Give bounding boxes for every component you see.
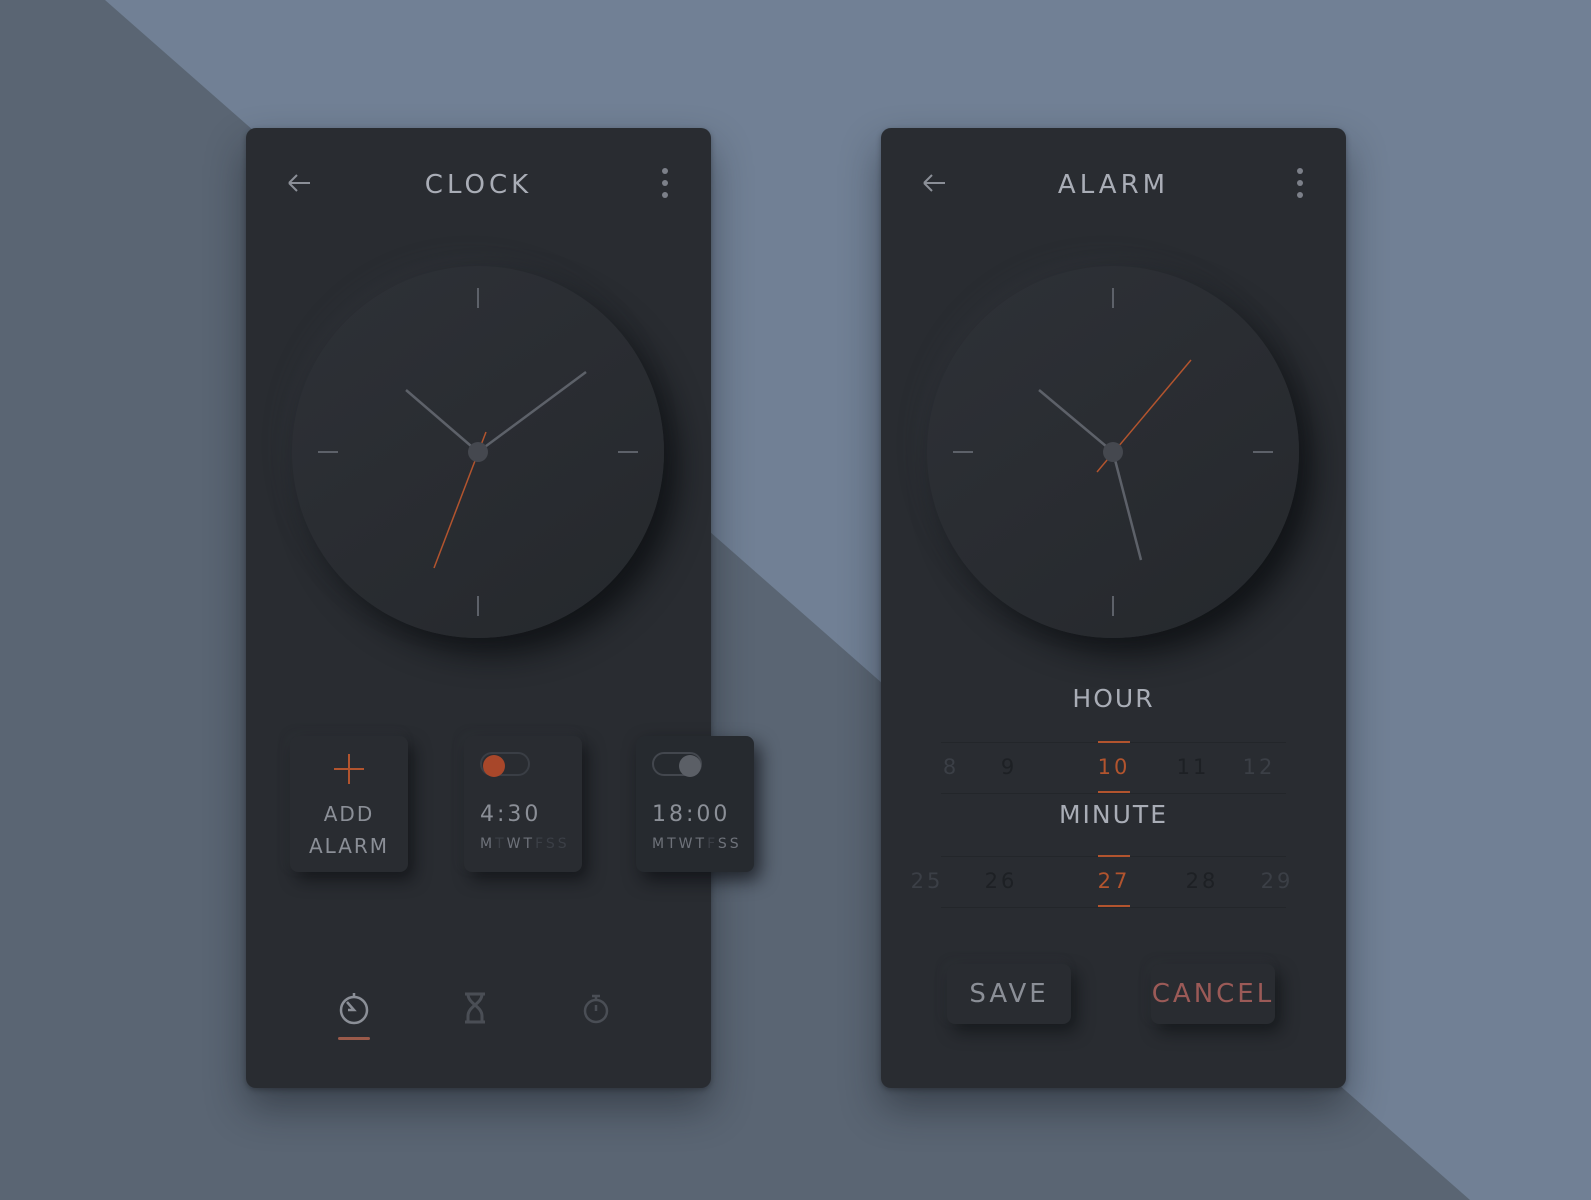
background (0, 0, 1591, 1200)
hour-hand (1038, 389, 1114, 453)
alarm-card[interactable]: 4:30 MTWTFSS (464, 736, 582, 872)
clock-center (1103, 442, 1123, 462)
hourglass-icon[interactable] (455, 988, 495, 1028)
clock-center (468, 442, 488, 462)
selection-marker (1098, 741, 1130, 743)
minute-option[interactable]: 25 (897, 869, 957, 893)
hour-option[interactable]: 11 (1163, 755, 1223, 779)
toggle-knob (679, 755, 701, 777)
hour-option[interactable]: 12 (1229, 755, 1289, 779)
more-vertical-icon[interactable] (1290, 168, 1310, 204)
analog-clock (927, 266, 1299, 638)
page-title: CLOCK (424, 170, 533, 200)
toggle-knob (483, 755, 505, 777)
selection-marker (1098, 905, 1130, 907)
alarm-card[interactable]: 18:00 MTWTFSS (636, 736, 754, 872)
alarm-screen: ALARM HOUR 8 9 10 11 12 MINUTE 25 26 27 … (881, 128, 1346, 1088)
selection-marker (1098, 791, 1130, 793)
plus-icon (334, 754, 364, 784)
minute-option-selected[interactable]: 27 (1084, 869, 1144, 893)
minute-hand (477, 370, 587, 454)
minute-option[interactable]: 29 (1247, 869, 1307, 893)
alarm-time: 4:30 (480, 802, 542, 827)
minute-label: MINUTE (1058, 800, 1168, 829)
selection-marker (1098, 855, 1130, 857)
active-tab-indicator (338, 1037, 370, 1040)
clock-icon[interactable] (334, 988, 374, 1028)
alarm-days: MTWTFSS (480, 836, 570, 852)
hour-option[interactable]: 9 (979, 755, 1039, 779)
hour-option-selected[interactable]: 10 (1084, 755, 1144, 779)
alarm-days: MTWTFSS (652, 836, 742, 852)
cancel-button[interactable]: CANCEL (1151, 964, 1275, 1024)
minute-option[interactable]: 28 (1172, 869, 1232, 893)
add-alarm-button[interactable]: ADD ALARM (290, 736, 408, 872)
minute-option[interactable]: 26 (971, 869, 1031, 893)
hour-picker[interactable]: 8 9 10 11 12 (941, 741, 1289, 794)
save-button[interactable]: SAVE (947, 964, 1071, 1024)
add-alarm-label: ADD ALARM (308, 802, 390, 858)
page-title: ALARM (1057, 170, 1170, 200)
more-vertical-icon[interactable] (655, 168, 675, 204)
minute-hand (1111, 451, 1143, 561)
stopwatch-icon[interactable] (576, 988, 616, 1028)
hour-label: HOUR (1072, 684, 1155, 713)
alarm-toggle[interactable] (480, 752, 530, 777)
analog-clock (292, 266, 664, 638)
minute-picker[interactable]: 25 26 27 28 29 (911, 855, 1290, 908)
clock-screen: CLOCK ADD ALARM 4:30 MTWTFSS 18:00 MTWTF… (246, 128, 754, 1088)
hour-hand (405, 389, 479, 453)
alarm-time: 18:00 (652, 802, 731, 827)
alarm-toggle[interactable] (652, 752, 702, 777)
hour-option[interactable]: 8 (921, 755, 981, 779)
